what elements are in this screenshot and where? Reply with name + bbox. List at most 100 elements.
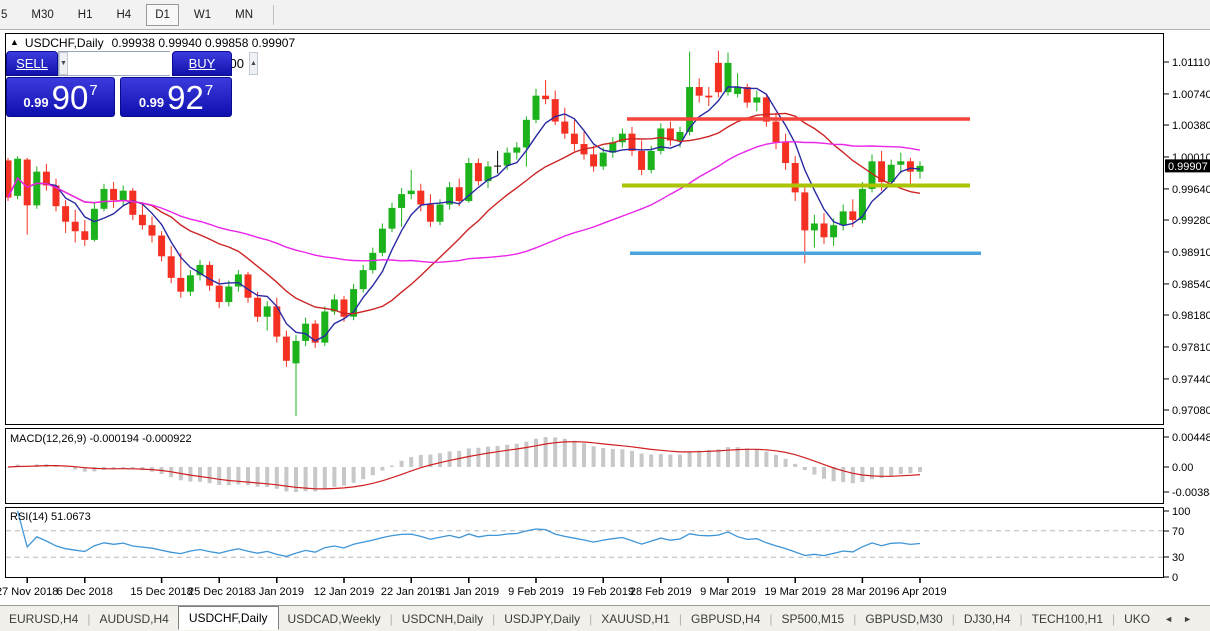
- bid-price-pip-digit: 7: [89, 82, 97, 99]
- macd-histogram-bar: [889, 467, 893, 476]
- macd-histogram-bar: [764, 452, 768, 467]
- mt4-window: 1.011101.007401.003801.000100.996400.992…: [0, 0, 1210, 631]
- macd-histogram-bar: [332, 467, 336, 487]
- tab-scroll-right-icon[interactable]: ►: [1178, 614, 1197, 624]
- svg-text:0.004487: 0.004487: [1172, 432, 1210, 444]
- chart-tab-usdjpy-daily[interactable]: USDJPY,Daily: [495, 609, 589, 629]
- macd-histogram-bar: [745, 448, 749, 467]
- macd-histogram-bar: [496, 446, 500, 467]
- ask-price-prefix: 0.99: [139, 95, 164, 110]
- svg-text:6 Dec 2018: 6 Dec 2018: [57, 586, 113, 598]
- macd-histogram-bar: [620, 449, 624, 467]
- macd-histogram-bar: [649, 454, 653, 467]
- svg-text:3 Jan 2019: 3 Jan 2019: [250, 586, 304, 598]
- macd-histogram-bar: [870, 467, 874, 479]
- svg-text:19 Feb 2019: 19 Feb 2019: [572, 586, 634, 598]
- svg-text:0.99640: 0.99640: [1172, 184, 1210, 196]
- macd-histogram-bar: [668, 455, 672, 467]
- macd-histogram-bar: [390, 466, 394, 467]
- time-axis[interactable]: 27 Nov 20186 Dec 201815 Dec 201825 Dec 2…: [0, 578, 947, 599]
- timeframe-button-5[interactable]: 5: [0, 4, 16, 26]
- macd-histogram-bar: [592, 446, 596, 467]
- chart-tab-xauusd-h1[interactable]: XAUUSD,H1: [592, 609, 679, 629]
- macd-histogram-bar: [908, 467, 912, 473]
- svg-text:19 Mar 2019: 19 Mar 2019: [764, 586, 826, 598]
- chart-tab-dj30-h4[interactable]: DJ30,H4: [955, 609, 1020, 629]
- macd-histogram-bar: [284, 467, 288, 491]
- macd-indicator-label: MACD(12,26,9) -0.000194 -0.000922: [10, 433, 192, 445]
- timeframe-button-m30[interactable]: M30: [22, 4, 62, 26]
- macd-histogram-bar: [486, 447, 490, 467]
- macd-histogram-bar: [438, 453, 442, 467]
- macd-histogram-bar: [400, 461, 404, 467]
- svg-text:31 Jan 2019: 31 Jan 2019: [439, 586, 500, 598]
- chart-tab-uko[interactable]: UKO: [1115, 609, 1159, 629]
- collapse-panel-icon[interactable]: ▲: [10, 37, 19, 47]
- macd-histogram-bar: [342, 467, 346, 486]
- chart-tab-sp500-m15[interactable]: SP500,M15: [773, 609, 854, 629]
- chart-tab-usdchf-daily[interactable]: USDCHF,Daily: [178, 606, 279, 630]
- candle: [321, 306, 328, 346]
- svg-text:12 Jan 2019: 12 Jan 2019: [314, 586, 375, 598]
- macd-histogram-bar: [630, 451, 634, 467]
- ask-price-button[interactable]: 0.99 92 7: [120, 77, 232, 117]
- chart-tab-gbpusd-h4[interactable]: GBPUSD,H4: [682, 609, 769, 629]
- bid-price-button[interactable]: 0.99 90 7: [6, 77, 115, 117]
- macd-histogram-bar: [64, 467, 68, 468]
- svg-text:28 Feb 2019: 28 Feb 2019: [630, 586, 692, 598]
- macd-axis[interactable]: 0.0044870.00-0.003883: [1164, 432, 1210, 499]
- svg-text:100: 100: [1172, 506, 1190, 518]
- timeframe-button-h4[interactable]: H4: [107, 4, 140, 26]
- chart-tab-eurusd-h4[interactable]: EURUSD,H4: [0, 609, 87, 629]
- macd-histogram-bar: [755, 449, 759, 467]
- rsi-panel: [6, 508, 1164, 578]
- macd-histogram-bar: [313, 467, 317, 491]
- svg-text:0.97810: 0.97810: [1172, 342, 1210, 354]
- macd-histogram-bar: [227, 467, 231, 485]
- svg-text:-0.003883: -0.003883: [1172, 487, 1210, 499]
- macd-histogram-bar: [716, 449, 720, 467]
- svg-text:0.98180: 0.98180: [1172, 310, 1210, 322]
- volume-decrease-icon[interactable]: ▼: [59, 52, 68, 75]
- macd-histogram-bar: [419, 455, 423, 467]
- chart-tab-tech100-h1[interactable]: TECH100,H1: [1023, 609, 1112, 629]
- macd-histogram-bar: [524, 442, 528, 467]
- timeframe-button-w1[interactable]: W1: [185, 4, 220, 26]
- timeframe-button-h1[interactable]: H1: [69, 4, 102, 26]
- timeframe-button-d1[interactable]: D1: [146, 4, 179, 26]
- ask-price-pip-digit: 7: [205, 82, 213, 99]
- macd-histogram-bar: [899, 467, 903, 474]
- chart-tab-usdcad-weekly[interactable]: USDCAD,Weekly: [279, 609, 390, 629]
- buy-button[interactable]: BUY: [172, 51, 232, 76]
- timeframe-button-mn[interactable]: MN: [226, 4, 262, 26]
- tab-scroll-left-icon[interactable]: ◄: [1159, 614, 1178, 624]
- macd-histogram-bar: [198, 467, 202, 482]
- macd-histogram-bar: [812, 467, 816, 475]
- volume-stepper: ▼ ▲: [58, 51, 170, 76]
- one-click-trade-panel: SELL ▼ ▲ BUY 0.99 90 7 0.99 92 7: [6, 51, 232, 117]
- svg-text:0: 0: [1172, 572, 1178, 584]
- macd-histogram-bar: [92, 467, 96, 471]
- macd-histogram-bar: [707, 450, 711, 467]
- svg-text:27 Nov 2018: 27 Nov 2018: [0, 586, 58, 598]
- price-axis[interactable]: 1.011101.007401.003801.000100.996400.992…: [1164, 57, 1210, 417]
- macd-histogram-bar: [553, 437, 557, 467]
- macd-histogram-bar: [851, 467, 855, 483]
- timeframe-toolbar: 5 M30 H1H4 D1 W1 MN: [0, 0, 1210, 30]
- macd-histogram-bar: [697, 451, 701, 467]
- rsi-axis[interactable]: 100 70 30 0: [1164, 506, 1190, 584]
- chart-tab-gbpusd-m30[interactable]: GBPUSD,M30: [856, 609, 951, 629]
- sell-button[interactable]: SELL: [6, 51, 58, 76]
- svg-text:30: 30: [1172, 552, 1184, 564]
- chart-tab-audusd-h4[interactable]: AUDUSD,H4: [90, 609, 177, 629]
- volume-increase-icon[interactable]: ▲: [249, 52, 258, 75]
- svg-text:9 Mar 2019: 9 Mar 2019: [700, 586, 756, 598]
- macd-histogram-bar: [822, 467, 826, 479]
- macd-histogram-bar: [352, 467, 356, 483]
- bid-price-prefix: 0.99: [23, 95, 48, 110]
- chart-tab-usdcnh-daily[interactable]: USDCNH,Daily: [393, 609, 492, 629]
- candle: [350, 284, 357, 320]
- svg-text:70: 70: [1172, 526, 1184, 538]
- macd-histogram-bar: [534, 439, 538, 467]
- svg-text:0.97440: 0.97440: [1172, 374, 1210, 386]
